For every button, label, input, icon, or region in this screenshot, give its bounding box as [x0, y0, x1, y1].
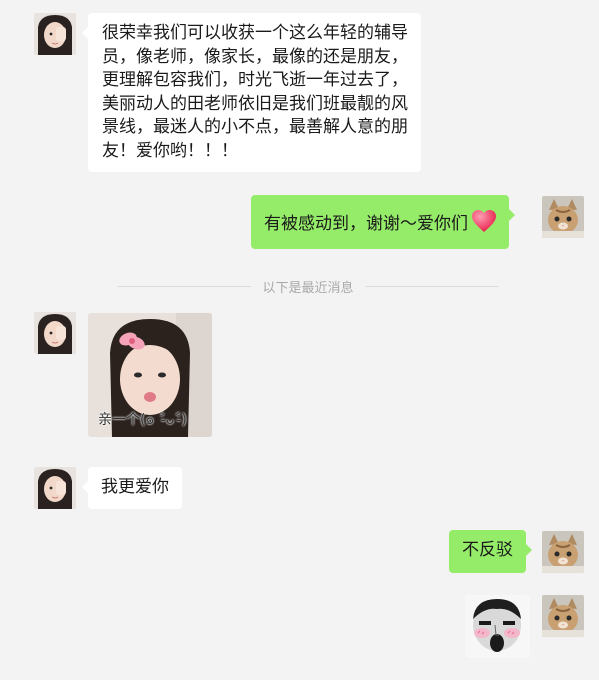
avatar-teacher[interactable]	[34, 312, 76, 354]
message-bubble-2[interactable]: 有被感动到，谢谢～爱你们	[251, 195, 515, 249]
divider-line-right	[365, 285, 499, 287]
message-image-selfie[interactable]: 亲一个(๑ ˃̵ᴗ˂̵)	[88, 313, 212, 437]
avatar-me[interactable]	[542, 531, 584, 573]
avatar-girl-icon	[34, 467, 76, 509]
avatar-girl-icon	[34, 13, 76, 55]
avatar-me[interactable]	[542, 595, 584, 637]
avatar-cat-icon	[542, 595, 584, 637]
avatar-teacher[interactable]	[34, 13, 76, 55]
avatar-cat-icon	[542, 531, 584, 573]
meme-sticker-icon	[465, 595, 530, 658]
divider-line-left	[118, 285, 251, 287]
message-text-5: 不反驳	[462, 540, 513, 560]
message-bubble-5[interactable]: 不反驳	[449, 530, 532, 573]
message-bubble-1[interactable]: 很荣幸我们可以收获一个这么年轻的辅导员，像老师，像家长，最像的还是朋友，更理解包…	[82, 13, 421, 172]
avatar-cat-icon	[542, 196, 584, 238]
message-text-4: 我更爱你	[101, 477, 169, 497]
image-caption: 亲一个(๑ ˃̵ᴗ˂̵)	[98, 412, 187, 428]
divider-text: 以下是最近消息	[262, 280, 354, 296]
message-text-1: 很荣幸我们可以收获一个这么年轻的辅导员，像老师，像家长，最像的还是朋友，更理解包…	[102, 23, 408, 161]
avatar-me[interactable]	[542, 196, 584, 238]
heart-icon	[471, 209, 497, 241]
message-bubble-4[interactable]: 我更爱你	[82, 467, 182, 509]
recent-messages-divider: 以下是最近消息	[118, 276, 499, 296]
message-text-2: 有被感动到，谢谢～爱你们	[264, 214, 468, 234]
avatar-girl-icon	[34, 312, 76, 354]
avatar-teacher[interactable]	[34, 467, 76, 509]
message-sticker[interactable]	[465, 595, 530, 658]
